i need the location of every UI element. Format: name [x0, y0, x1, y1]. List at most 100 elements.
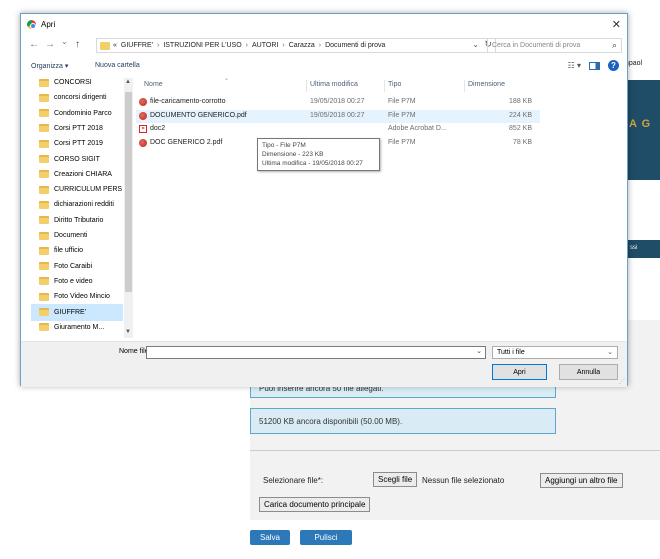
file-name: doc2 [150, 125, 166, 132]
breadcrumb-giuffre[interactable]: GIUFFRE' [121, 42, 153, 49]
folder-icon [39, 170, 49, 179]
nav-folder-label: dichiarazioni redditi [54, 201, 114, 209]
recent-locations-icon[interactable]: ⌄ [61, 37, 68, 46]
background-nav-band[interactable]: ssi [627, 240, 660, 258]
breadcrumb-documenti-di-prova[interactable]: Documenti di prova [325, 42, 385, 49]
address-row: ← → ⌄ ↑ « GIUFFRE' › ISTRUZIONI PER L'US… [21, 36, 627, 56]
breadcrumb-separator-icon: › [282, 42, 285, 49]
address-bar[interactable]: « GIUFFRE' › ISTRUZIONI PER L'USO › AUTO… [96, 38, 496, 53]
preview-pane-icon[interactable] [589, 61, 600, 70]
nav-folder-label: CONCORSI [54, 79, 92, 86]
file-type: File P7M [388, 111, 416, 119]
file-tooltip: Tipo - File P7M Dimensione - 223 KB Ulti… [257, 138, 380, 171]
open-file-dialog: Apri ✕ ← → ⌄ ↑ « GIUFFRE' › ISTRUZIONI P… [20, 13, 628, 387]
nav-folder-label: Corsi PTT 2018 [54, 124, 103, 132]
nav-folder-label: Corsi PTT 2019 [54, 140, 103, 148]
folder-icon [100, 41, 110, 50]
band-text: ssi [630, 245, 638, 251]
scroll-down-icon[interactable]: ▼ [125, 329, 131, 335]
scroll-thumb[interactable] [125, 92, 132, 292]
file-name: file-caricamento-corrotto [150, 98, 226, 105]
space-available-info: 51200 KB ancora disponibili (50.00 MB). [250, 408, 556, 434]
address-dropdown-icon[interactable]: ⌄ [472, 40, 479, 49]
breadcrumb-overflow[interactable]: « [113, 42, 117, 49]
column-header-modified[interactable]: Ultima modifica [310, 81, 358, 88]
no-file-selected-text: Nessun file selezionato [422, 476, 505, 485]
nav-folder-label: CORSO SIGIT [54, 155, 100, 163]
breadcrumb-autori[interactable]: AUTORI [252, 42, 278, 49]
column-divider[interactable] [384, 80, 385, 92]
nav-folder-label: Condominio Parco [54, 109, 112, 117]
sort-indicator-icon: ⌄ [224, 76, 230, 82]
folder-icon [39, 246, 49, 255]
save-button[interactable]: Salva [250, 530, 290, 545]
file-name: DOC GENERICO 2.pdf [150, 138, 223, 146]
file-row[interactable]: file-caricamento-corrotto 19/05/2018 00:2… [136, 96, 540, 109]
breadcrumb-istruzioni[interactable]: ISTRUZIONI PER L'USO [163, 42, 241, 49]
choose-file-button[interactable]: Scegli file [373, 472, 418, 487]
navigation-scrollbar[interactable]: ▲ ▼ [124, 78, 133, 338]
open-button[interactable]: Apri [492, 364, 547, 380]
column-header-size[interactable]: Dimensione [468, 81, 505, 88]
folder-icon [39, 277, 49, 286]
search-input[interactable]: Cerca in Documenti di prova ⌕ [487, 38, 622, 53]
search-icon[interactable]: ⌕ [612, 40, 617, 51]
close-icon[interactable]: ✕ [612, 18, 621, 31]
cancel-button[interactable]: Annulla [559, 364, 618, 380]
file-row[interactable]: ⌗ doc2 Adobe Acrobat D... 852 KB [136, 123, 540, 136]
file-type-filter[interactable]: Tutti i file ⌄ [492, 346, 618, 359]
file-list: ⌄ Nome Ultima modifica Tipo Dimensione f… [134, 76, 624, 338]
file-type: File P7M [388, 138, 416, 146]
clear-button[interactable]: Pulisci [300, 530, 352, 545]
folder-icon [39, 93, 49, 102]
nav-folder-label: Foto Video Mincio [54, 293, 110, 301]
folder-icon [39, 200, 49, 209]
column-header-name[interactable]: Nome [144, 81, 163, 88]
add-file-button[interactable]: Aggiungi un altro file [540, 473, 623, 488]
nav-folder-item[interactable]: Giuramento M... [31, 319, 123, 336]
dialog-titlebar[interactable]: Apri ✕ [21, 14, 627, 36]
file-row[interactable]: DOCUMENTO GENERICO.pdf 19/05/2018 00:27 Fi… [136, 109, 540, 123]
column-divider[interactable] [464, 80, 465, 92]
filename-history-dropdown-icon[interactable]: ⌄ [476, 347, 482, 355]
resize-grip-icon[interactable]: ⋰ [619, 378, 625, 385]
navigation-pane: CONCORSI concorsi dirigenti Condominio Par… [31, 78, 134, 338]
nav-folder-label: GIUFFRE' [54, 308, 87, 316]
chevron-down-icon: ⌄ [607, 349, 613, 356]
breadcrumb-carazza[interactable]: Carazza [289, 42, 315, 49]
file-type-filter-value: Tutti i file [497, 349, 525, 356]
scroll-up-icon[interactable]: ▲ [125, 79, 131, 85]
nav-folder-label: file ufficio [54, 247, 84, 255]
up-folder-icon[interactable]: ↑ [75, 39, 80, 50]
folder-icon [39, 109, 49, 118]
column-header-type[interactable]: Tipo [388, 81, 401, 88]
nav-folder-label: Diritto Tributario [54, 216, 104, 224]
back-icon[interactable]: ← [29, 39, 39, 50]
new-folder-button[interactable]: Nuova cartella [95, 62, 140, 69]
file-size: 78 KB [512, 138, 532, 146]
background-banner: A G [625, 80, 660, 180]
folder-icon [39, 185, 49, 194]
folder-icon [39, 292, 49, 301]
folder-icon [39, 262, 49, 271]
file-size: 852 KB [509, 125, 532, 132]
upload-panel: Selezionare file*: Scegli file Nessun fi… [250, 450, 660, 520]
organize-menu[interactable]: Organizza ▾ [31, 62, 68, 70]
chrome-icon [27, 20, 36, 29]
forward-icon[interactable]: → [45, 39, 55, 50]
upload-main-document-button[interactable]: Carica documento principale [259, 497, 371, 512]
view-options-icon[interactable]: ☷ ▾ [568, 61, 581, 70]
column-divider[interactable] [306, 80, 307, 92]
nav-folder-label: CURRICULUM PERS [54, 186, 123, 194]
p7m-file-icon [139, 111, 147, 120]
nav-folder-label: concorsi dirigenti [54, 94, 107, 102]
file-size: 224 KB [509, 111, 532, 119]
breadcrumb-separator-icon: › [318, 42, 322, 49]
folder-icon [39, 78, 49, 87]
file-type: File P7M [388, 98, 416, 105]
filename-input[interactable]: ⌄ [146, 346, 486, 359]
banner-letters: A G [629, 118, 652, 130]
folder-icon [39, 216, 49, 225]
help-icon[interactable]: ? [608, 60, 619, 71]
p7m-file-icon [139, 138, 147, 147]
